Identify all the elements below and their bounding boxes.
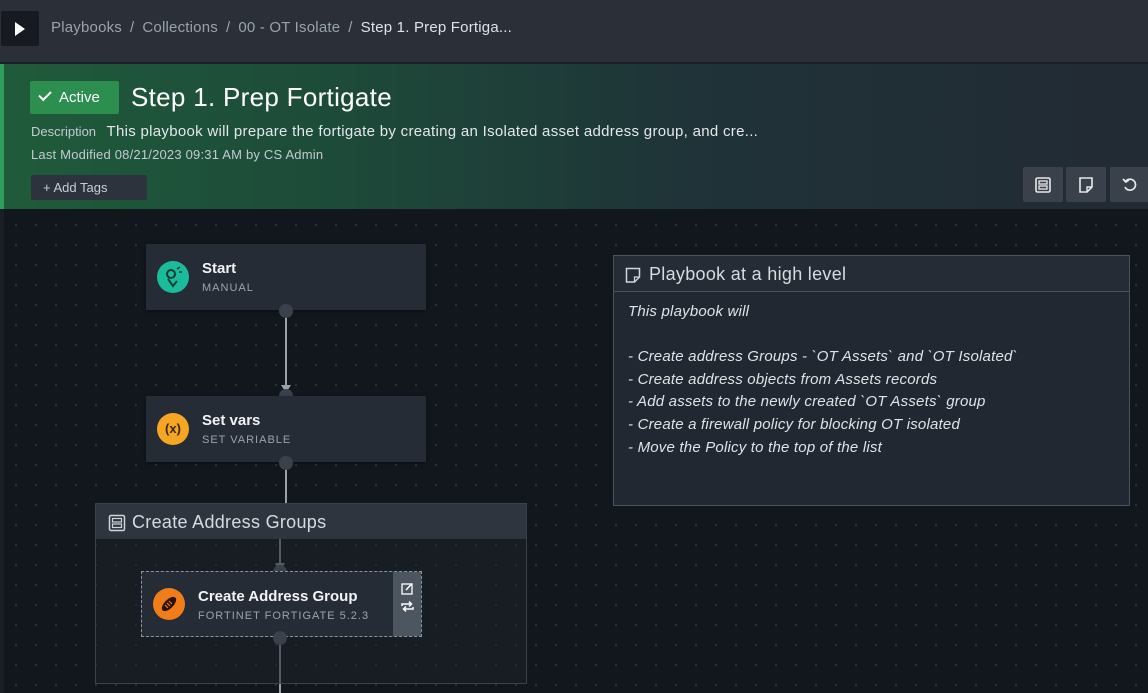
page-title[interactable]: Step 1. Prep Fortigate [131, 81, 392, 114]
group-title: Create Address Groups [132, 512, 327, 532]
start-icon [157, 261, 189, 293]
add-tags-button[interactable]: + Add Tags [31, 175, 147, 200]
note-title: Playbook at a high level [649, 264, 847, 284]
note-header[interactable]: Playbook at a high level [614, 256, 1129, 292]
group-header[interactable]: Create Address Groups [96, 504, 526, 539]
play-icon [15, 22, 25, 36]
note-icon [1079, 177, 1093, 193]
breadcrumb-playbooks[interactable]: Playbooks [51, 19, 122, 36]
node-name: Create Address Group [198, 588, 358, 605]
loop-icon[interactable] [400, 600, 415, 613]
set-vars-node[interactable]: (x) Set vars SET VARIABLE [146, 396, 426, 462]
last-modified: Last Modified 08/21/2023 09:31 AM by CS … [31, 147, 324, 162]
canvas-edge [0, 209, 4, 693]
description-text[interactable]: This playbook will prepare the fortigate… [106, 123, 758, 140]
breadcrumb-current: Step 1. Prep Fortiga... [360, 19, 512, 36]
node-type: SET VARIABLE [202, 434, 292, 446]
output-port[interactable] [279, 456, 293, 470]
undo-button[interactable] [1110, 167, 1148, 202]
breadcrumb: Playbooks / Collections/00 - OT Isolate / St… [51, 19, 512, 36]
edit-icon[interactable] [401, 582, 414, 595]
breadcrumb-collections[interactable]: Collections [142, 19, 218, 36]
group-icon [108, 514, 126, 532]
breadcrumb-collection[interactable]: 00 - OT Isolate [238, 19, 340, 36]
status-badge[interactable]: Active [30, 81, 119, 114]
playbook-canvas[interactable]: Start MANUAL (x) Set vars SET VARIABLE C… [0, 209, 1148, 693]
group-view-button[interactable] [1023, 167, 1063, 202]
node-actions [393, 572, 421, 636]
node-name: Set vars [202, 412, 261, 429]
add-note-button[interactable] [1066, 167, 1106, 202]
start-node[interactable]: Start MANUAL [146, 244, 426, 310]
undo-icon [1122, 178, 1137, 192]
output-port[interactable] [273, 631, 287, 645]
sidebar-toggle-button[interactable] [1, 11, 39, 46]
node-type: MANUAL [202, 282, 254, 294]
create-address-group-node[interactable]: Create Address Group FORTINET FORTIGATE … [141, 571, 422, 637]
group-icon [1035, 177, 1051, 193]
variable-icon: (x) [157, 413, 189, 445]
output-port[interactable] [279, 304, 293, 318]
playbook-header: Active Step 1. Prep Fortigate Descriptio… [0, 64, 1148, 209]
canvas-note[interactable]: Playbook at a high level This playbook w… [613, 255, 1130, 506]
note-icon [625, 267, 641, 283]
connector-start-setvars [285, 310, 287, 386]
top-bar: Playbooks / Collections/00 - OT Isolate / St… [0, 0, 1148, 64]
node-type: FORTINET FORTIGATE 5.2.3 [198, 610, 370, 622]
check-icon [38, 87, 52, 102]
description-row: Description This playbook will prepare t… [31, 123, 758, 141]
note-body: This playbook will - Create address Grou… [628, 303, 1018, 456]
fortinet-icon [153, 588, 185, 620]
node-name: Start [202, 260, 237, 277]
description-label: Description [31, 124, 97, 139]
